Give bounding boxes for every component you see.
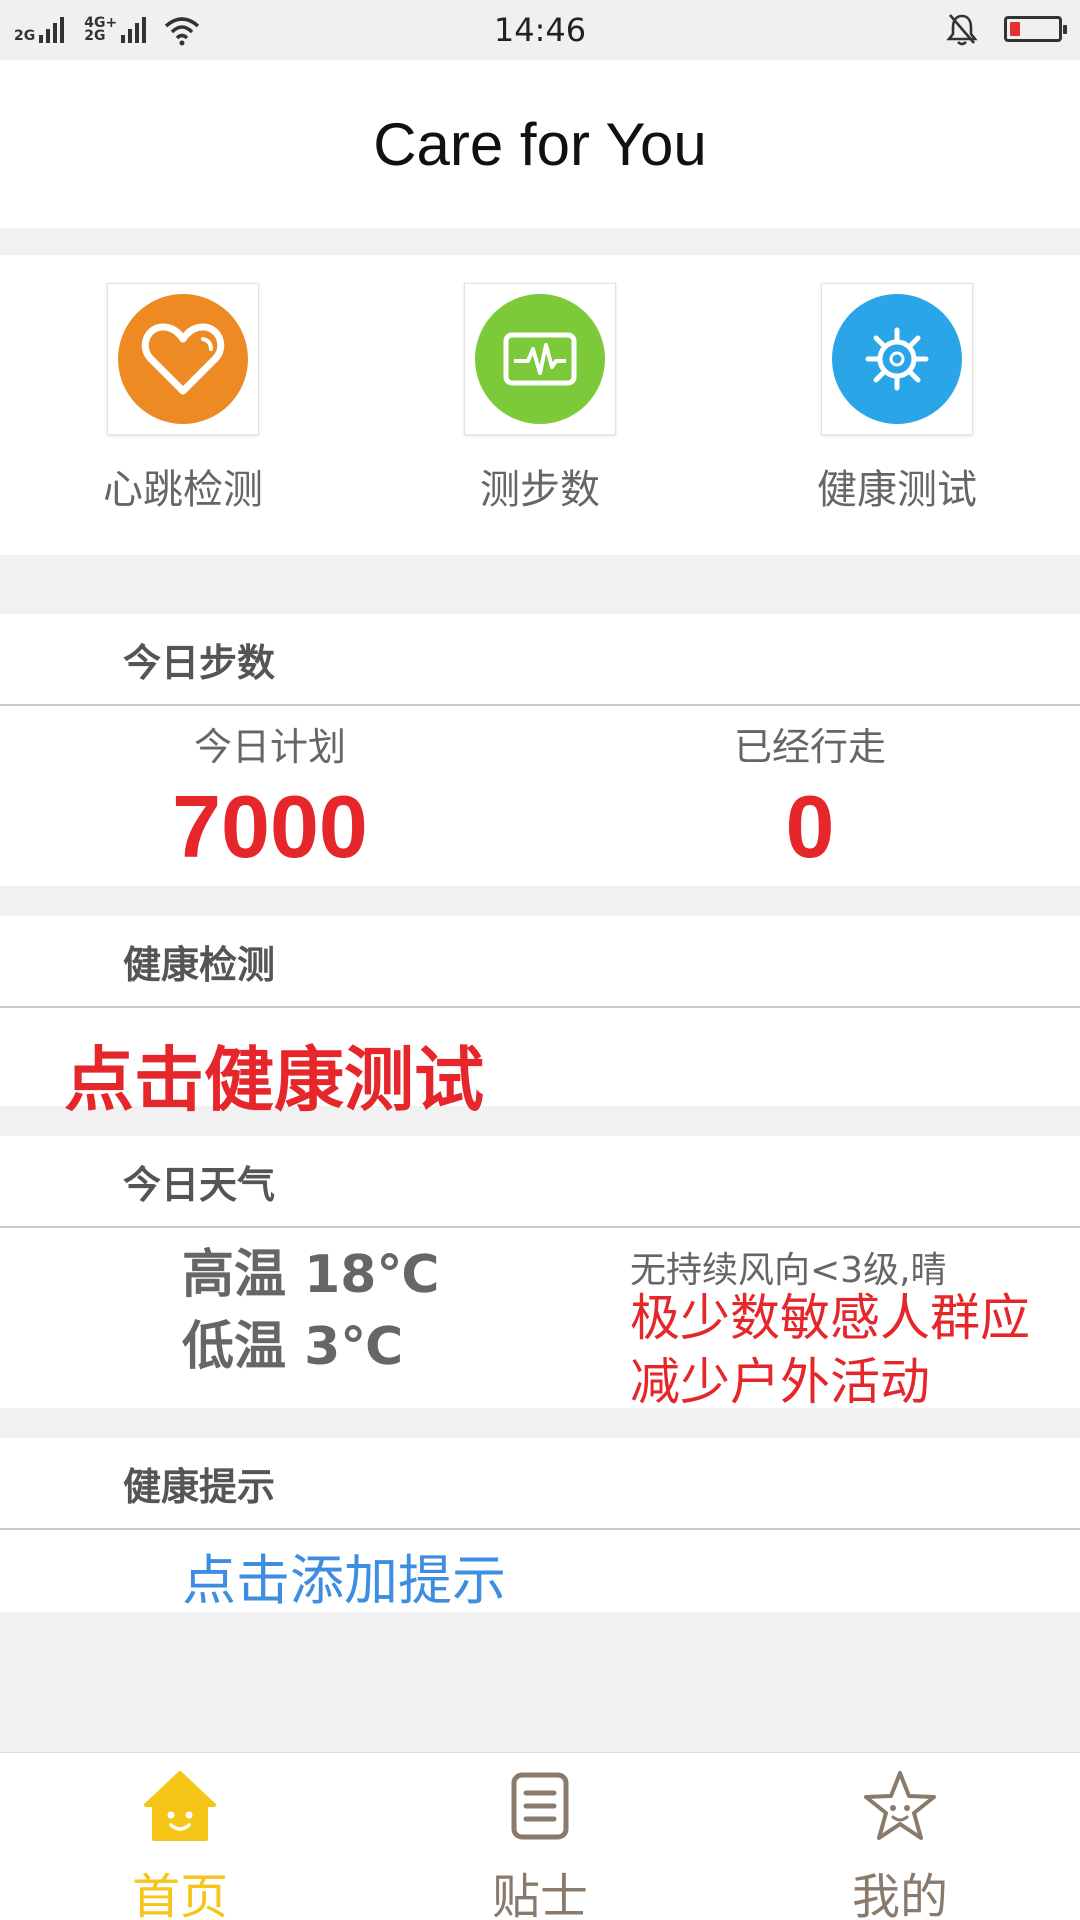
- health-tips-card: 健康提示 点击添加提示: [0, 1438, 1080, 1612]
- steps-plan: 今日计划 7000: [70, 716, 470, 877]
- weather-advice: 极少数敏感人群应减少户外活动: [630, 1289, 1030, 1411]
- tab-home[interactable]: 首页: [60, 1753, 300, 1920]
- steps-plan-label: 今日计划: [193, 725, 346, 769]
- bottom-tab-bar: 首页 贴士 我的: [0, 1752, 1080, 1920]
- weather-low-temp: 低温 3℃: [182, 1317, 404, 1377]
- network-2-label: 4G+ 2G: [84, 16, 117, 44]
- feature-label: 心跳检测: [103, 467, 263, 513]
- tab-home-label: 首页: [131, 1869, 228, 1920]
- steps-walked: 已经行走 0: [610, 716, 1010, 877]
- feature-tile: [107, 283, 259, 435]
- tab-tips[interactable]: 贴士: [420, 1753, 660, 1920]
- steps-walked-label: 已经行走: [733, 725, 886, 769]
- start-health-test-link[interactable]: 点击健康测试: [64, 1024, 484, 1125]
- signal-2-icon: [121, 17, 147, 43]
- heart-icon: [118, 294, 248, 424]
- steps-walked-value: 0: [785, 777, 835, 876]
- steps-card: 今日步数 今日计划 7000 已经行走 0: [0, 614, 1080, 886]
- mute-bell-icon: [946, 14, 978, 46]
- steps-card-title: 今日步数: [0, 614, 1080, 706]
- network-2b-text: 2G: [84, 28, 106, 44]
- page-title: Care for You: [373, 110, 707, 178]
- wifi-icon: [165, 17, 200, 46]
- app-header: Care for You: [0, 60, 1080, 228]
- weather-high-temp: 高温 18℃: [182, 1245, 440, 1305]
- feature-label: 健康测试: [817, 467, 977, 513]
- battery-icon: [1004, 16, 1067, 42]
- status-bar: 2G 4G+ 2G 14:46: [0, 0, 1080, 60]
- steps-plan-value: 7000: [172, 777, 368, 876]
- notes-icon: [511, 1772, 569, 1840]
- feature-steps-button[interactable]: 测步数: [430, 283, 650, 515]
- pulse-monitor-icon: [475, 294, 605, 424]
- tab-mine-label: 我的: [851, 1869, 948, 1920]
- tab-mine[interactable]: 我的: [780, 1753, 1020, 1920]
- gear-icon: [832, 294, 962, 424]
- feature-shortcuts: 心跳检测 测步数 健康测试: [0, 255, 1080, 555]
- health-check-card-title: 健康检测: [0, 916, 1080, 1008]
- tab-tips-label: 贴士: [491, 1869, 588, 1920]
- home-icon: [144, 1771, 216, 1841]
- health-tips-card-title: 健康提示: [0, 1438, 1080, 1530]
- health-check-card: 健康检测 点击健康测试: [0, 916, 1080, 1121]
- signal-1-icon: [39, 17, 65, 43]
- add-tip-link[interactable]: 点击添加提示: [182, 1536, 506, 1615]
- network-1-label: 2G: [14, 28, 36, 44]
- network-indicators: 2G 4G+ 2G: [14, 14, 314, 46]
- feature-label: 测步数: [480, 467, 600, 513]
- feature-health-test-button[interactable]: 健康测试: [787, 283, 1007, 515]
- feature-tile: [821, 283, 973, 435]
- star-icon: [864, 1771, 936, 1840]
- feature-tile: [464, 283, 616, 435]
- weather-card-title: 今日天气: [0, 1136, 1080, 1228]
- feature-heartbeat-button[interactable]: 心跳检测: [73, 283, 293, 515]
- weather-card: 今日天气 高温 18℃ 低温 3℃ 无持续风向<3级,晴 极少数敏感人群应减少户…: [0, 1136, 1080, 1411]
